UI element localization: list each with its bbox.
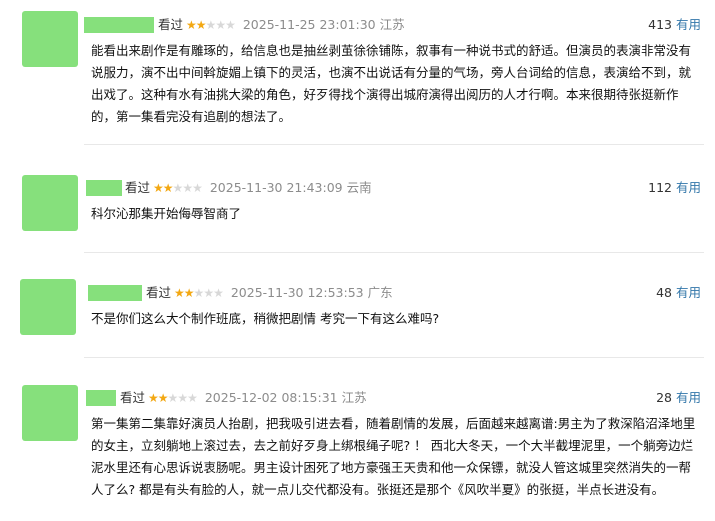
star-empty-icon: ★ [193, 286, 205, 300]
username-redacted[interactable] [86, 180, 122, 196]
useful-button[interactable]: 有用 [676, 285, 701, 300]
review-content: 不是你们这么大个制作班底，稍微把剧情 考究一下有这么难吗? [91, 311, 440, 326]
useful-count: 48 [656, 285, 672, 300]
review-location: 江苏 [341, 390, 367, 405]
star-empty-icon: ★ [167, 391, 179, 405]
username-redacted[interactable] [86, 390, 116, 406]
useful-vote: 413 有用 [648, 17, 701, 33]
useful-count: 112 [648, 180, 672, 195]
review-date: 2025-12-02 08:15:31 [204, 390, 338, 405]
star-filled-icon: ★ [148, 391, 159, 405]
star-empty-icon: ★ [205, 18, 217, 32]
review-meta: 看过 ★★★★★ 2025-11-25 23:01:30 江苏 [158, 17, 405, 33]
review-location: 云南 [346, 180, 372, 195]
star-empty-icon: ★ [177, 391, 188, 405]
rating-stars: ★★★★★ [174, 285, 224, 301]
star-empty-icon: ★ [172, 181, 184, 195]
star-empty-icon: ★ [203, 286, 214, 300]
review-location: 广东 [367, 285, 393, 300]
useful-count: 28 [656, 390, 672, 405]
review-date: 2025-11-25 23:01:30 [242, 17, 376, 32]
username-redacted[interactable] [88, 285, 142, 301]
star-empty-icon: ★ [213, 286, 224, 300]
star-filled-icon: ★ [174, 286, 185, 300]
watched-label: 看过 [120, 390, 146, 405]
rating-stars: ★★★★★ [153, 180, 203, 196]
username-redacted[interactable] [84, 17, 154, 33]
review-content: 第一集第二集靠好演员人抬剧，把我吸引进去看，随着剧情的发展，后面越来越离谱:男主… [91, 416, 696, 497]
star-filled-icon: ★ [157, 391, 169, 405]
review-meta: 看过 ★★★★★ 2025-11-30 12:53:53 广东 [146, 285, 393, 301]
useful-vote: 48 有用 [656, 285, 701, 301]
star-filled-icon: ★ [183, 286, 195, 300]
review-meta: 看过 ★★★★★ 2025-11-30 21:43:09 云南 [125, 180, 372, 196]
avatar[interactable] [22, 11, 78, 67]
useful-button[interactable]: 有用 [676, 180, 701, 195]
watched-label: 看过 [158, 17, 184, 32]
avatar[interactable] [22, 175, 78, 231]
watched-label: 看过 [146, 285, 172, 300]
avatar[interactable] [20, 279, 76, 335]
star-empty-icon: ★ [187, 391, 198, 405]
review-content: 能看出来剧作是有雕琢的，给信息也是抽丝剥茧徐徐铺陈，叙事有一种说书式的舒适。但演… [91, 43, 692, 124]
avatar[interactable] [22, 385, 78, 441]
rating-stars: ★★★★★ [186, 17, 236, 33]
star-empty-icon: ★ [182, 181, 193, 195]
useful-button[interactable]: 有用 [676, 17, 701, 32]
divider [84, 252, 704, 253]
divider [84, 144, 704, 145]
useful-count: 413 [648, 17, 672, 32]
star-filled-icon: ★ [162, 181, 174, 195]
star-empty-icon: ★ [192, 181, 203, 195]
star-filled-icon: ★ [153, 181, 164, 195]
star-filled-icon: ★ [195, 18, 207, 32]
useful-button[interactable]: 有用 [676, 390, 701, 405]
review-date: 2025-11-30 12:53:53 [230, 285, 364, 300]
useful-vote: 28 有用 [656, 390, 701, 406]
star-empty-icon: ★ [225, 18, 236, 32]
review-date: 2025-11-30 21:43:09 [209, 180, 343, 195]
review-meta: 看过 ★★★★★ 2025-12-02 08:15:31 江苏 [120, 390, 367, 406]
divider [84, 357, 704, 358]
star-filled-icon: ★ [186, 18, 197, 32]
useful-vote: 112 有用 [648, 180, 701, 196]
review-content: 科尔沁那集开始侮辱智商了 [91, 206, 242, 221]
watched-label: 看过 [125, 180, 151, 195]
review-location: 江苏 [379, 17, 405, 32]
star-empty-icon: ★ [215, 18, 226, 32]
rating-stars: ★★★★★ [148, 390, 198, 406]
